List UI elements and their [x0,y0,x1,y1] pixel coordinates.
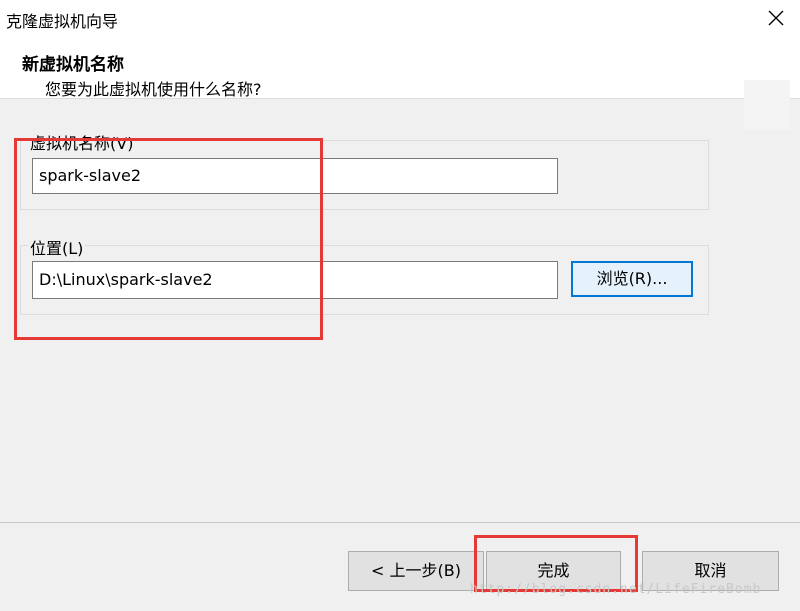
footer-separator [0,522,800,523]
title-bar: 克隆虚拟机向导 [0,0,800,36]
page-title: 新虚拟机名称 [22,55,124,75]
header-graphic [744,80,790,130]
close-button[interactable] [754,0,800,36]
location-label: 位置(L) [28,235,86,259]
wizard-header: 新虚拟机名称 您要为此虚拟机使用什么名称? [0,36,800,130]
window-title: 克隆虚拟机向导 [6,12,119,31]
location-input[interactable]: D:\Linux\spark-slave2 [32,261,558,299]
page-subtitle: 您要为此虚拟机使用什么名称? [45,80,262,99]
vm-name-input[interactable]: spark-slave2 [32,158,558,194]
back-button[interactable]: < 上一步(B) [348,551,484,591]
watermark: http://blog.csdn.net/LifeFireBomb [470,582,762,597]
close-icon [768,10,784,26]
vm-name-label: 虚拟机名称(V) [28,130,136,154]
browse-button[interactable]: 浏览(R)... [571,261,693,297]
